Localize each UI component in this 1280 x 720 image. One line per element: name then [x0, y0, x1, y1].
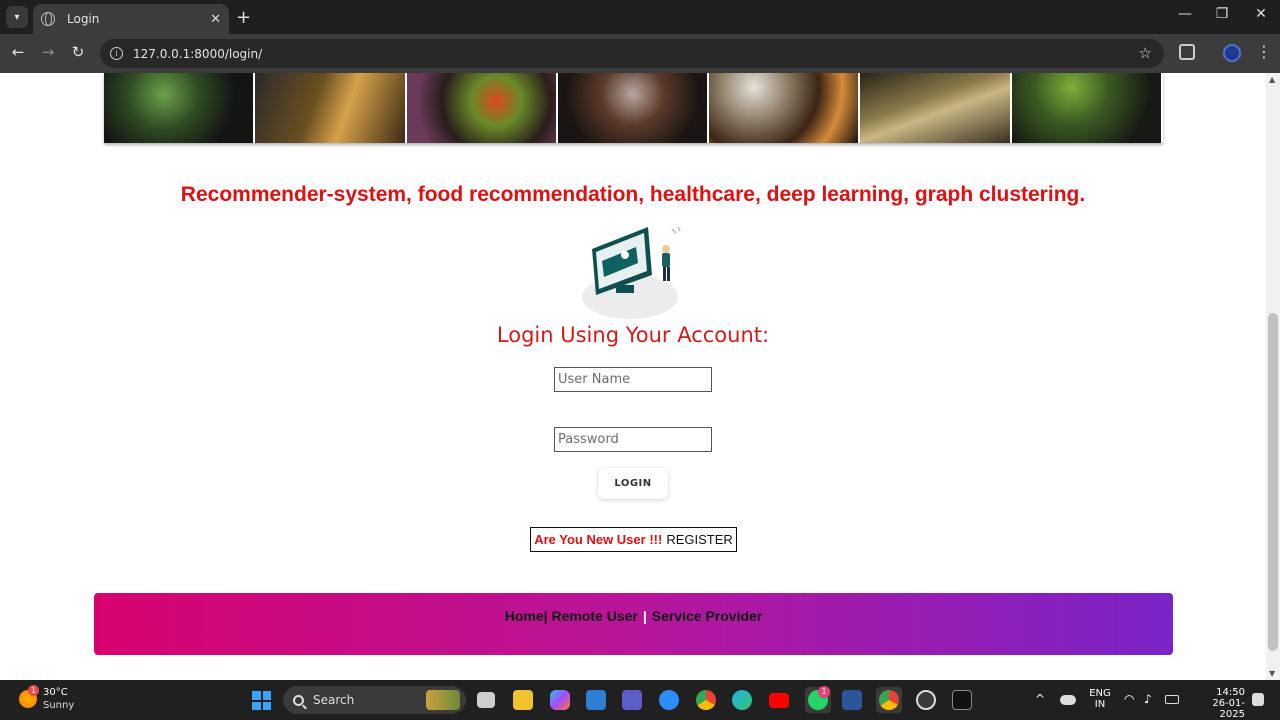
search-highlight-image — [426, 690, 460, 710]
back-arrow-icon[interactable]: ← — [8, 43, 28, 61]
password-field[interactable] — [554, 427, 712, 452]
footer-separator: | — [642, 608, 647, 624]
banner-food-photo — [406, 73, 558, 143]
food-banner-image — [104, 73, 1163, 143]
language-primary: ENG — [1089, 688, 1111, 699]
register-link[interactable]: REGISTER — [666, 532, 732, 547]
task-view-icon[interactable] — [477, 692, 495, 708]
browser-toolbar: ← → ↻ i 127.0.0.1:8000/login/ ☆ ⋮ — [0, 34, 1280, 73]
banner-food-photo — [104, 73, 256, 143]
edge-icon[interactable] — [732, 690, 752, 710]
page-headline: Recommender-system, food recommendation,… — [180, 183, 1086, 206]
notification-bell-icon[interactable] — [1252, 693, 1264, 706]
windows-taskbar: 1 30°C Sunny Search 1 ^ ENG IN ◠ ♪ 14:50… — [0, 680, 1280, 720]
bookmark-star-icon[interactable]: ☆ — [1139, 44, 1152, 62]
weather-condition[interactable]: Sunny — [43, 700, 74, 711]
file-explorer-icon[interactable] — [513, 690, 533, 710]
footer-nav-bar: Home| Remote User | Service Provider — [94, 593, 1173, 655]
onedrive-cloud-icon[interactable] — [1060, 695, 1076, 705]
forward-arrow-icon[interactable]: → — [38, 43, 58, 61]
banner-food-photo — [860, 73, 1012, 143]
taskbar-search-box[interactable]: Search — [283, 686, 466, 714]
footer-link-remote-user[interactable]: Remote User — [551, 608, 637, 624]
terminal-icon[interactable] — [952, 690, 972, 710]
chrome-icon[interactable] — [696, 690, 716, 710]
wifi-icon[interactable]: ◠ — [1124, 692, 1134, 706]
maximize-button[interactable]: ❐ — [1210, 6, 1234, 22]
teams-icon[interactable] — [622, 690, 642, 710]
search-icon — [293, 694, 304, 706]
minimize-button[interactable]: — — [1173, 6, 1197, 22]
browser-tab-login[interactable]: Login ✕ — [33, 4, 229, 34]
profile-avatar[interactable] — [1223, 44, 1241, 62]
tab-title: Login — [67, 12, 100, 26]
scrollbar-thumb[interactable] — [1268, 313, 1278, 651]
taskbar-clock[interactable]: 14:50 26-01-2025 — [1188, 687, 1245, 720]
zoom-icon[interactable] — [659, 690, 679, 710]
language-indicator[interactable]: ENG IN — [1088, 688, 1112, 710]
battery-icon[interactable] — [1165, 695, 1179, 704]
show-hidden-icons-chevron-icon[interactable]: ^ — [1035, 692, 1045, 706]
new-tab-button[interactable]: + — [236, 7, 251, 28]
page-scrollbar[interactable]: ▲ ▼ — [1266, 73, 1280, 680]
footer-link-service-provider[interactable]: Service Provider — [652, 608, 763, 624]
globe-icon — [41, 12, 55, 26]
url-text: 127.0.0.1:8000/login/ — [133, 46, 263, 61]
banner-food-photo — [1011, 73, 1163, 143]
login-button[interactable]: LOGIN — [598, 468, 668, 499]
register-prompt[interactable]: Are You New User !!! REGISTER — [530, 527, 737, 552]
footer-link-home[interactable]: Home — [505, 608, 544, 624]
banner-food-photo — [255, 73, 407, 143]
reload-icon[interactable]: ↻ — [68, 43, 88, 61]
windows-start-icon[interactable] — [252, 691, 271, 710]
scroll-down-arrow-icon[interactable]: ▼ — [1269, 669, 1275, 678]
new-user-question: Are You New User !!! — [534, 532, 663, 547]
copilot-icon[interactable] — [550, 690, 570, 710]
username-field[interactable] — [554, 367, 712, 392]
clock-time: 14:50 — [1216, 687, 1245, 698]
banner-food-photo — [557, 73, 710, 143]
search-label: Search — [313, 693, 355, 707]
whatsapp-badge: 1 — [818, 686, 830, 698]
microsoft-store-icon[interactable] — [586, 690, 606, 710]
media-player-icon[interactable] — [916, 690, 936, 710]
volume-icon[interactable]: ♪ — [1144, 692, 1152, 706]
word-icon[interactable] — [842, 690, 862, 710]
page-viewport: Recommender-system, food recommendation,… — [0, 73, 1266, 680]
clock-date: 26-01-2025 — [1212, 698, 1245, 720]
close-window-button[interactable]: ✕ — [1249, 6, 1273, 22]
login-illustration — [582, 226, 681, 319]
close-tab-icon[interactable]: ✕ — [210, 12, 221, 27]
banner-food-photo — [709, 73, 861, 143]
footer-links: Home| Remote User | Service Provider — [94, 608, 1173, 624]
youtube-icon[interactable] — [769, 693, 789, 708]
extensions-icon[interactable] — [1179, 44, 1195, 60]
chrome-profile-icon[interactable] — [879, 690, 899, 710]
weather-badge: 1 — [28, 685, 39, 696]
browser-tab-bar: ▾ Login ✕ + — ❐ ✕ — [0, 0, 1280, 34]
scroll-up-arrow-icon[interactable]: ▲ — [1269, 75, 1275, 84]
login-title: Login Using Your Account: — [496, 323, 770, 347]
tab-search-button[interactable]: ▾ — [6, 6, 28, 28]
browser-menu-icon[interactable]: ⋮ — [1256, 42, 1272, 61]
address-bar[interactable]: i 127.0.0.1:8000/login/ ☆ — [100, 39, 1164, 68]
site-info-icon[interactable]: i — [110, 47, 123, 60]
language-region: IN — [1094, 699, 1106, 710]
weather-temperature[interactable]: 30°C — [43, 687, 68, 698]
